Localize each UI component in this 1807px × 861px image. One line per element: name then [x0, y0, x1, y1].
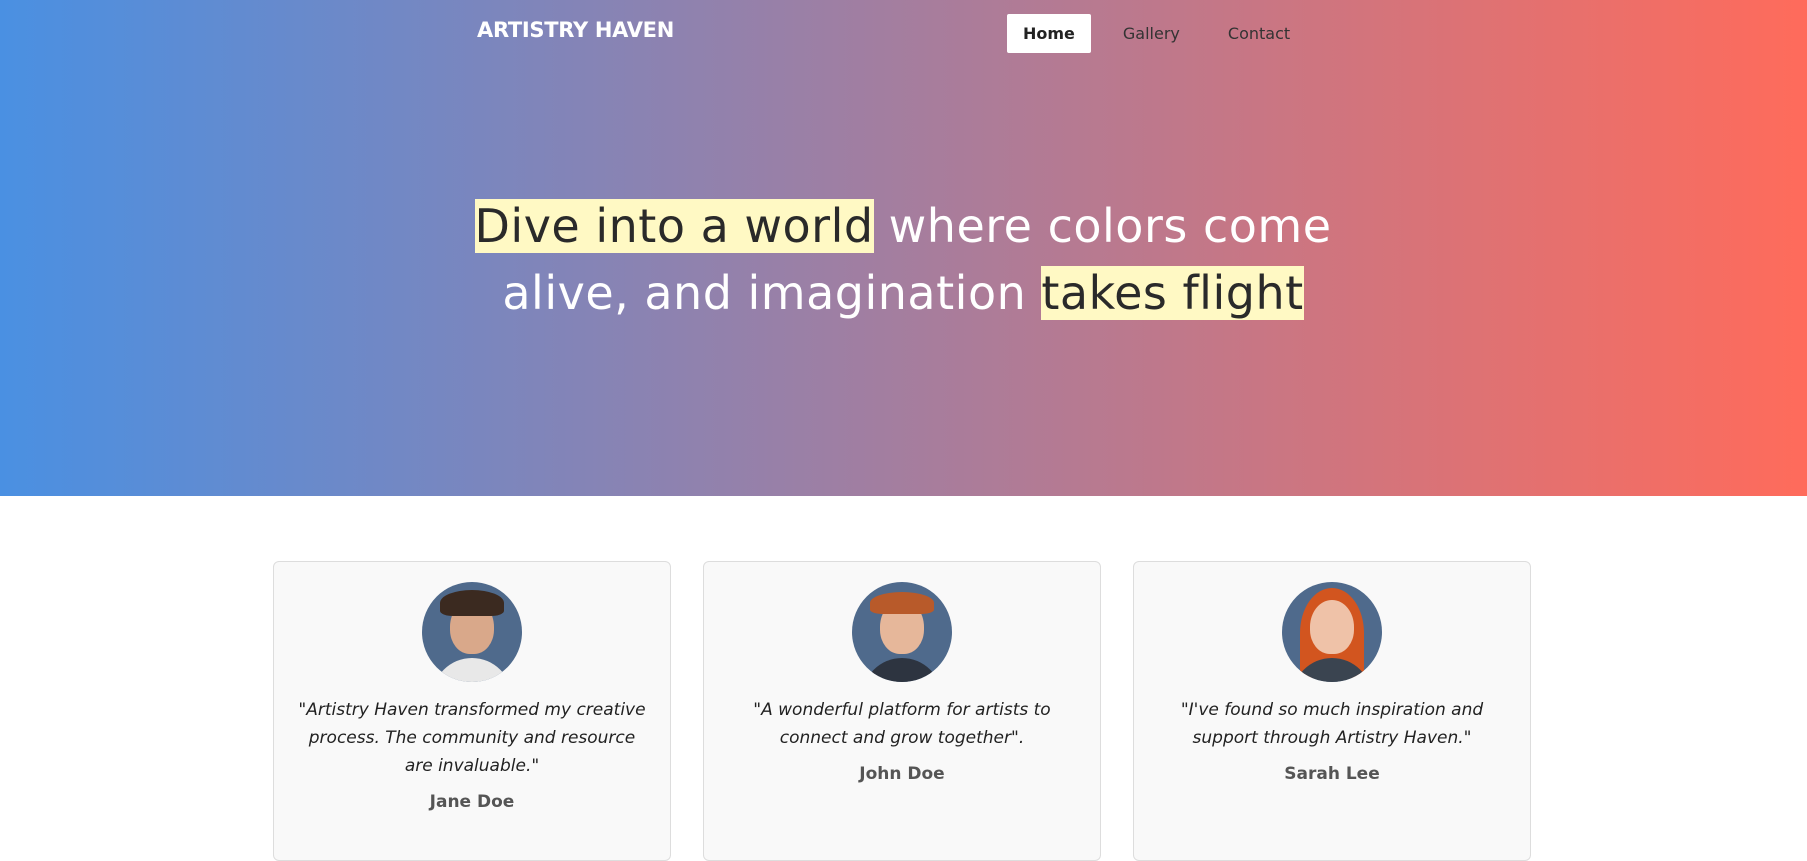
person-red-hair-avatar: [1282, 582, 1382, 682]
hero-banner: ARTISTRY HAVEN Home Gallery Contact Dive…: [0, 0, 1807, 496]
person-avatar: [852, 582, 952, 682]
nav-item-home[interactable]: Home: [1007, 14, 1091, 53]
headline-highlight-1: Dive into a world: [474, 199, 874, 253]
testimonial-author: Jane Doe: [429, 792, 515, 812]
nav-item-contact[interactable]: Contact: [1212, 14, 1306, 53]
main-nav: Home Gallery Contact: [1007, 14, 1322, 53]
brand-logo[interactable]: ARTISTRY HAVEN: [477, 18, 674, 42]
nav-item-gallery[interactable]: Gallery: [1107, 14, 1196, 53]
testimonial-quote: "A wonderful platform for artists to con…: [753, 700, 1051, 748]
testimonial-author: John Doe: [859, 764, 945, 784]
person-with-glasses-avatar: [422, 582, 522, 682]
hero-headline: Dive into a world where colors come aliv…: [420, 193, 1386, 327]
testimonial-author: Sarah Lee: [1284, 764, 1380, 784]
testimonials-section: "Artistry Haven transformed my creative …: [273, 561, 1531, 861]
testimonial-card: "Artistry Haven transformed my creative …: [273, 561, 671, 861]
testimonial-quote: "I've found so much inspiration and supp…: [1180, 700, 1484, 748]
headline-highlight-2: takes flight: [1041, 266, 1304, 320]
testimonial-quote: "Artistry Haven transformed my creative …: [298, 700, 646, 776]
testimonial-card: "I've found so much inspiration and supp…: [1133, 561, 1531, 861]
testimonial-card: "A wonderful platform for artists to con…: [703, 561, 1101, 861]
